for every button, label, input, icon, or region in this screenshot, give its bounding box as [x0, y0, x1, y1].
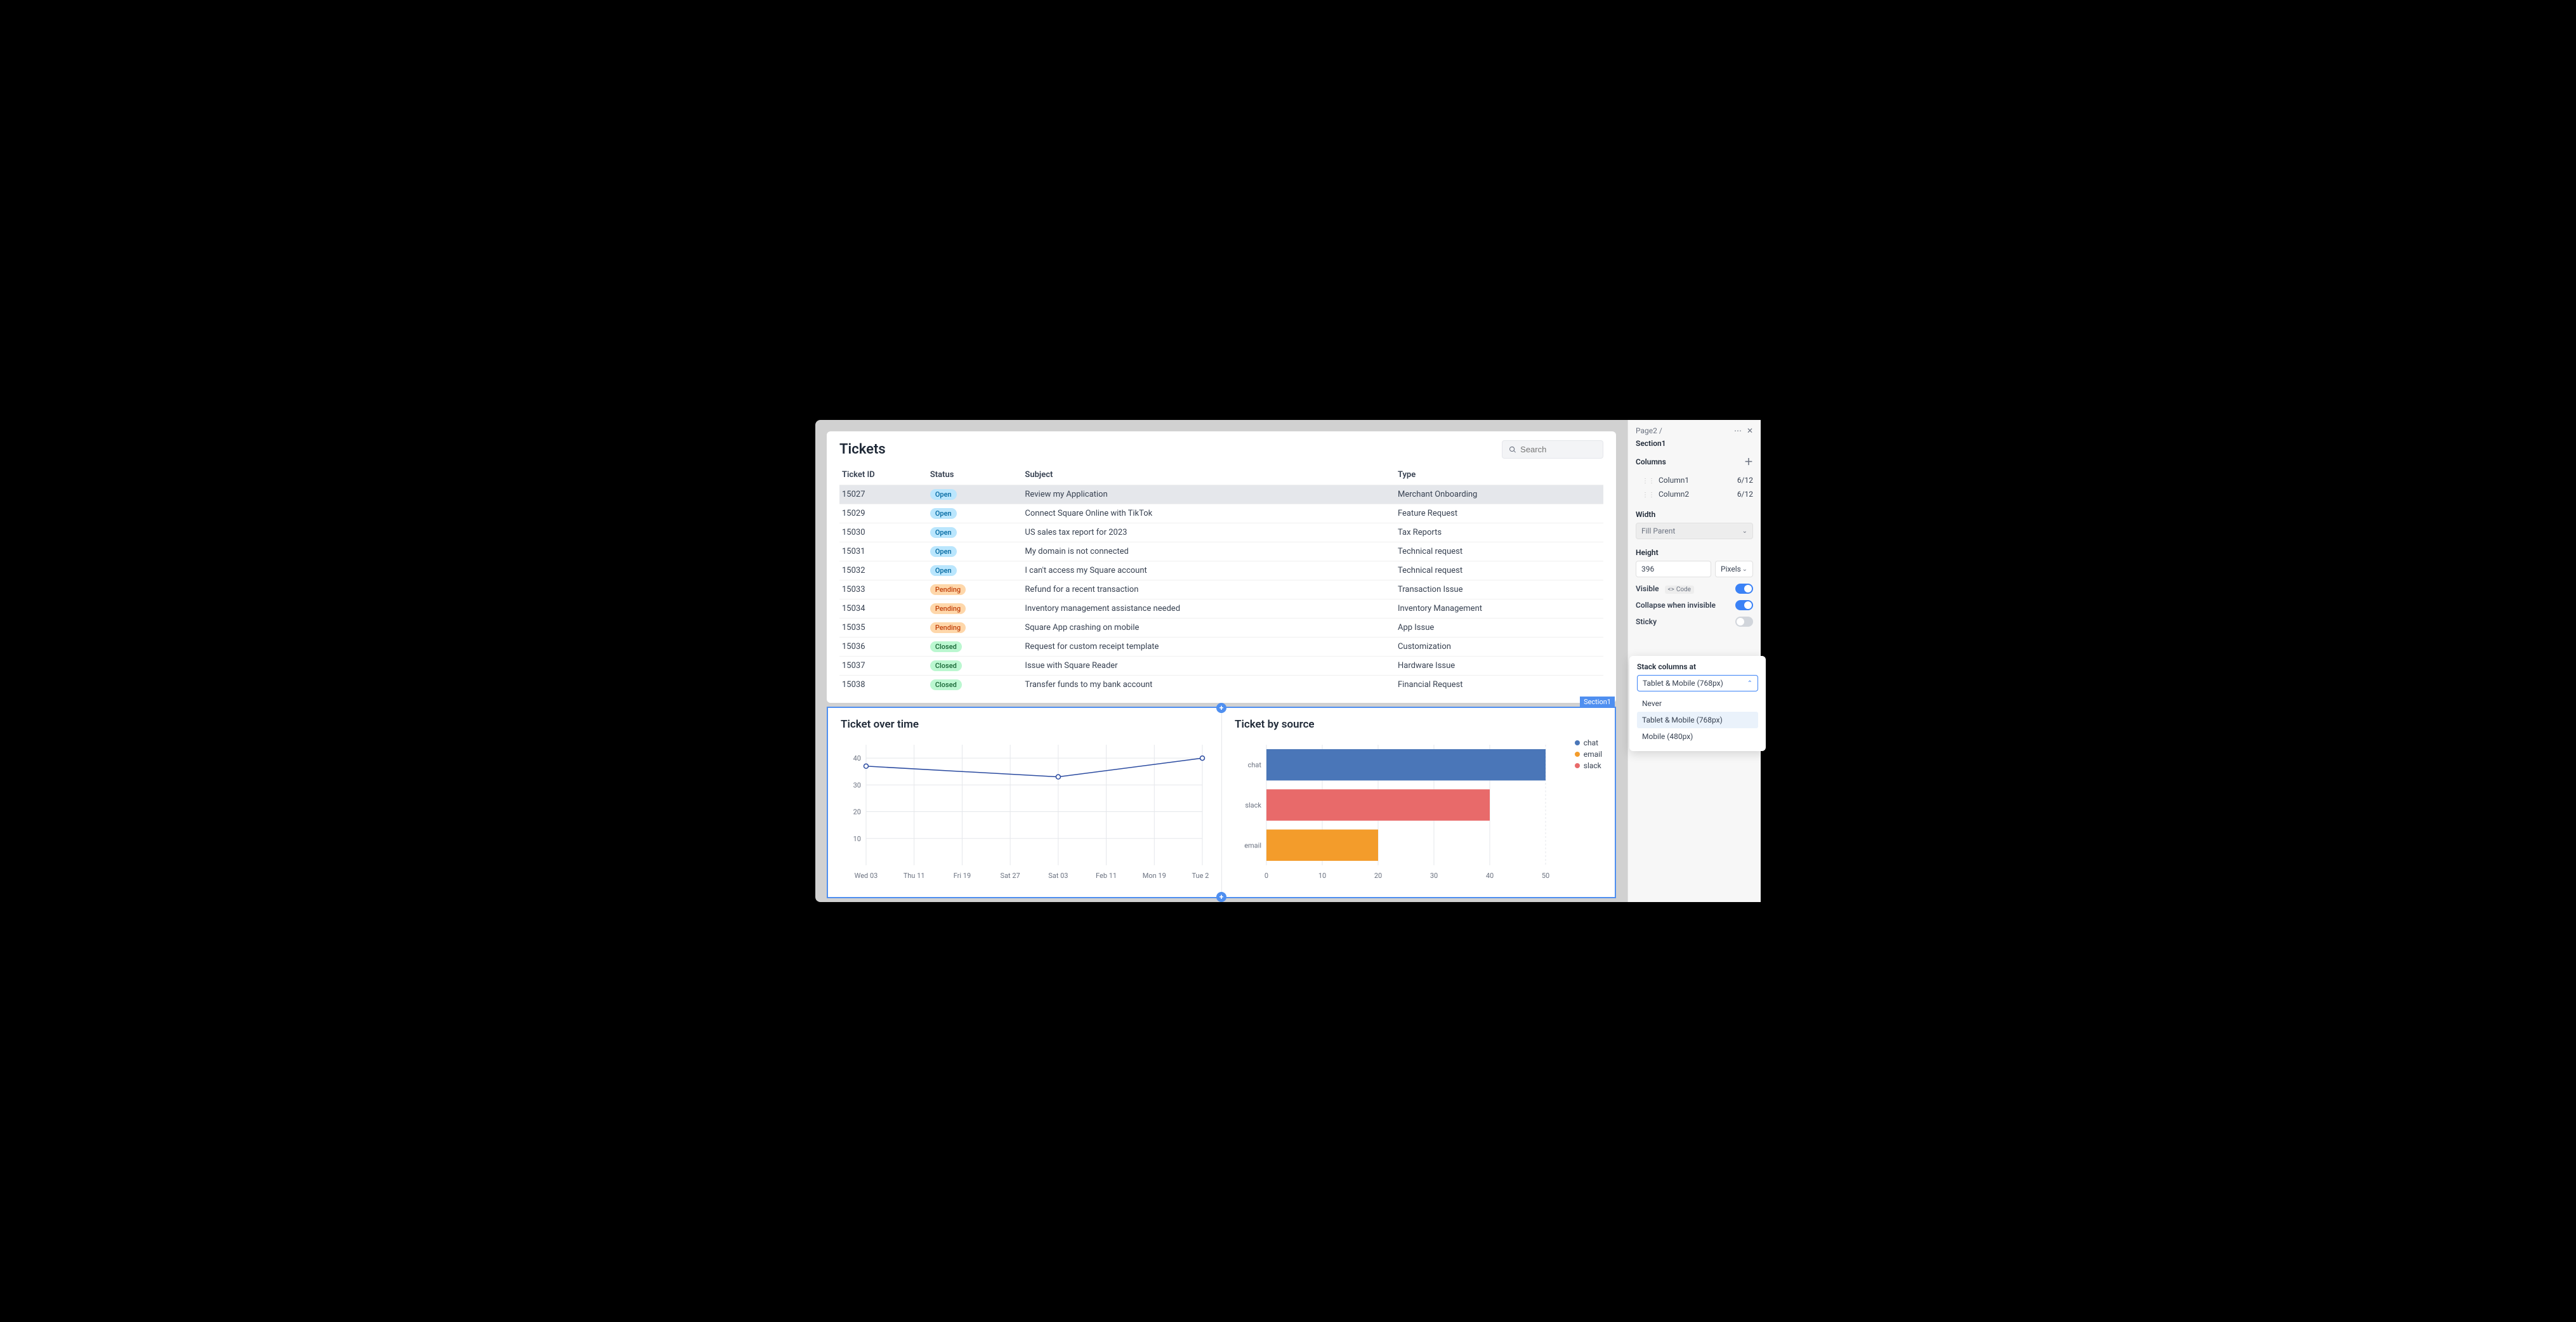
- chevron-down-icon: ⌄: [1742, 528, 1747, 535]
- column-item[interactable]: ⋮⋮Column26/12: [1636, 487, 1753, 501]
- height-unit-select[interactable]: Pixels ⌄: [1715, 561, 1753, 577]
- table-row[interactable]: 15029 Open Connect Square Online with Ti…: [839, 504, 1603, 523]
- status-badge: Pending: [930, 622, 966, 633]
- svg-text:0: 0: [1265, 872, 1268, 880]
- breadcrumb[interactable]: Page2 /: [1636, 426, 1662, 435]
- dropdown-option[interactable]: Mobile (480px): [1637, 728, 1758, 745]
- status-badge: Pending: [930, 603, 966, 614]
- status-badge: Closed: [930, 641, 962, 652]
- chart-ticket-over-time[interactable]: Ticket over time 10 20 30 40 Wed 03 Thu 11 Fri…: [828, 708, 1222, 897]
- table-row[interactable]: 15027 Open Review my Application Merchan…: [839, 485, 1603, 504]
- line-chart-svg: 10 20 30 40 Wed 03 Thu 11 Fri 19 Sat 27 Sat 03 Fe…: [841, 738, 1209, 884]
- grip-icon[interactable]: ⋮⋮: [1642, 492, 1655, 499]
- chart2-title: Ticket by source: [1235, 718, 1602, 731]
- dropdown-option[interactable]: Never: [1637, 695, 1758, 712]
- svg-text:40: 40: [1486, 872, 1494, 880]
- svg-text:50: 50: [1542, 872, 1549, 880]
- table-header[interactable]: Subject: [1022, 465, 1395, 485]
- status-badge: Open: [930, 489, 957, 500]
- svg-text:10: 10: [853, 835, 861, 843]
- sticky-toggle[interactable]: [1735, 617, 1753, 627]
- width-select[interactable]: Fill Parent ⌄: [1636, 523, 1753, 539]
- status-badge: Pending: [930, 584, 966, 595]
- svg-text:slack: slack: [1245, 801, 1261, 809]
- table-row[interactable]: 15035 Pending Square App crashing on mob…: [839, 618, 1603, 638]
- collapse-toggle[interactable]: [1735, 600, 1753, 610]
- svg-text:email: email: [1244, 841, 1261, 849]
- status-badge: Open: [930, 527, 957, 538]
- add-section-bottom[interactable]: +: [1216, 892, 1226, 902]
- svg-text:chat: chat: [1248, 761, 1262, 769]
- section-name: Section1: [1636, 439, 1753, 448]
- add-section-top[interactable]: +: [1216, 703, 1226, 713]
- svg-text:Wed 03: Wed 03: [855, 872, 878, 880]
- table-header[interactable]: Status: [928, 465, 1023, 485]
- svg-text:10: 10: [1318, 872, 1326, 880]
- grip-icon[interactable]: ⋮⋮: [1642, 478, 1655, 485]
- width-label: Width: [1636, 510, 1753, 519]
- legend-item: slack: [1575, 761, 1602, 770]
- section-tag[interactable]: Section1: [1580, 697, 1615, 707]
- chart1-title: Ticket over time: [841, 718, 1209, 731]
- more-icon[interactable]: ⋯: [1734, 426, 1742, 435]
- legend-item: email: [1575, 750, 1602, 759]
- stack-columns-dropdown: Stack columns at Tablet & Mobile (768px)…: [1629, 656, 1766, 751]
- status-badge: Closed: [930, 660, 962, 671]
- status-badge: Open: [930, 546, 957, 557]
- search-input[interactable]: [1520, 445, 1596, 454]
- svg-text:Thu 11: Thu 11: [904, 872, 925, 880]
- svg-text:30: 30: [853, 781, 861, 789]
- properties-sidebar: Page2 / ⋯ ✕ Section1 Columns ＋ ⋮⋮Column1…: [1627, 420, 1761, 902]
- section1-container[interactable]: Section1 + + Ticket over time 10203040We…: [827, 707, 1616, 898]
- table-row[interactable]: 15037 Closed Issue with Square Reader Ha…: [839, 657, 1603, 676]
- table-row[interactable]: 15031 Open My domain is not connected Te…: [839, 542, 1603, 561]
- search-icon: [1509, 445, 1516, 454]
- svg-text:Fri 19: Fri 19: [954, 872, 971, 880]
- dropdown-option[interactable]: Tablet & Mobile (768px): [1637, 712, 1758, 728]
- tickets-panel: Tickets Ticket IDStatusSubjectType 15027…: [827, 431, 1616, 703]
- tickets-title: Tickets: [839, 442, 886, 457]
- columns-label: Columns: [1636, 457, 1666, 466]
- chevron-up-icon: ⌃: [1747, 680, 1752, 687]
- table-row[interactable]: 15036 Closed Request for custom receipt …: [839, 638, 1603, 657]
- chevron-down-icon: ⌄: [1742, 566, 1747, 573]
- search-box[interactable]: [1502, 440, 1603, 459]
- svg-text:Sat 03: Sat 03: [1048, 872, 1068, 880]
- visible-toggle[interactable]: [1735, 584, 1753, 594]
- collapse-label: Collapse when invisible: [1636, 601, 1716, 610]
- table-row[interactable]: 15032 Open I can't access my Square acco…: [839, 561, 1603, 580]
- code-chip[interactable]: <> Code: [1665, 586, 1694, 594]
- legend-item: chat: [1575, 738, 1602, 747]
- status-badge: Open: [930, 565, 957, 576]
- svg-text:20: 20: [853, 808, 861, 816]
- chart-legend: chat email slack: [1575, 738, 1602, 884]
- height-input[interactable]: 396: [1636, 561, 1711, 577]
- height-label: Height: [1636, 548, 1753, 557]
- status-badge: Open: [930, 508, 957, 519]
- table-row[interactable]: 15034 Pending Inventory management assis…: [839, 599, 1603, 618]
- svg-text:30: 30: [1430, 872, 1438, 880]
- svg-text:40: 40: [853, 754, 861, 762]
- svg-text:20: 20: [1374, 872, 1382, 880]
- status-badge: Closed: [930, 679, 962, 690]
- table-header[interactable]: Ticket ID: [839, 465, 928, 485]
- table-row[interactable]: 15033 Pending Refund for a recent transa…: [839, 580, 1603, 599]
- svg-text:Feb 11: Feb 11: [1096, 872, 1117, 880]
- stack-select[interactable]: Tablet & Mobile (768px) ⌃: [1637, 675, 1758, 691]
- table-row[interactable]: 15030 Open US sales tax report for 2023 …: [839, 523, 1603, 542]
- add-column-button[interactable]: ＋: [1744, 455, 1753, 468]
- table-header[interactable]: Type: [1395, 465, 1603, 485]
- visible-label: Visible: [1636, 584, 1659, 593]
- svg-text:Mon 19: Mon 19: [1143, 872, 1166, 880]
- chart-ticket-by-source[interactable]: Ticket by source 0 10 20 30 40 50 chat slack ema…: [1222, 708, 1615, 897]
- stack-label: Stack columns at: [1637, 662, 1758, 671]
- table-row[interactable]: 15038 Closed Transfer funds to my bank a…: [839, 676, 1603, 695]
- sticky-label: Sticky: [1636, 617, 1657, 626]
- svg-text:Tue 27: Tue 27: [1192, 872, 1209, 880]
- column-item[interactable]: ⋮⋮Column16/12: [1636, 473, 1753, 487]
- tickets-table: Ticket IDStatusSubjectType 15027 Open Re…: [839, 465, 1603, 694]
- close-icon[interactable]: ✕: [1747, 426, 1753, 435]
- bar-chart-svg: 0 10 20 30 40 50 chat slack email: [1235, 738, 1568, 884]
- svg-text:Sat 27: Sat 27: [1001, 872, 1020, 880]
